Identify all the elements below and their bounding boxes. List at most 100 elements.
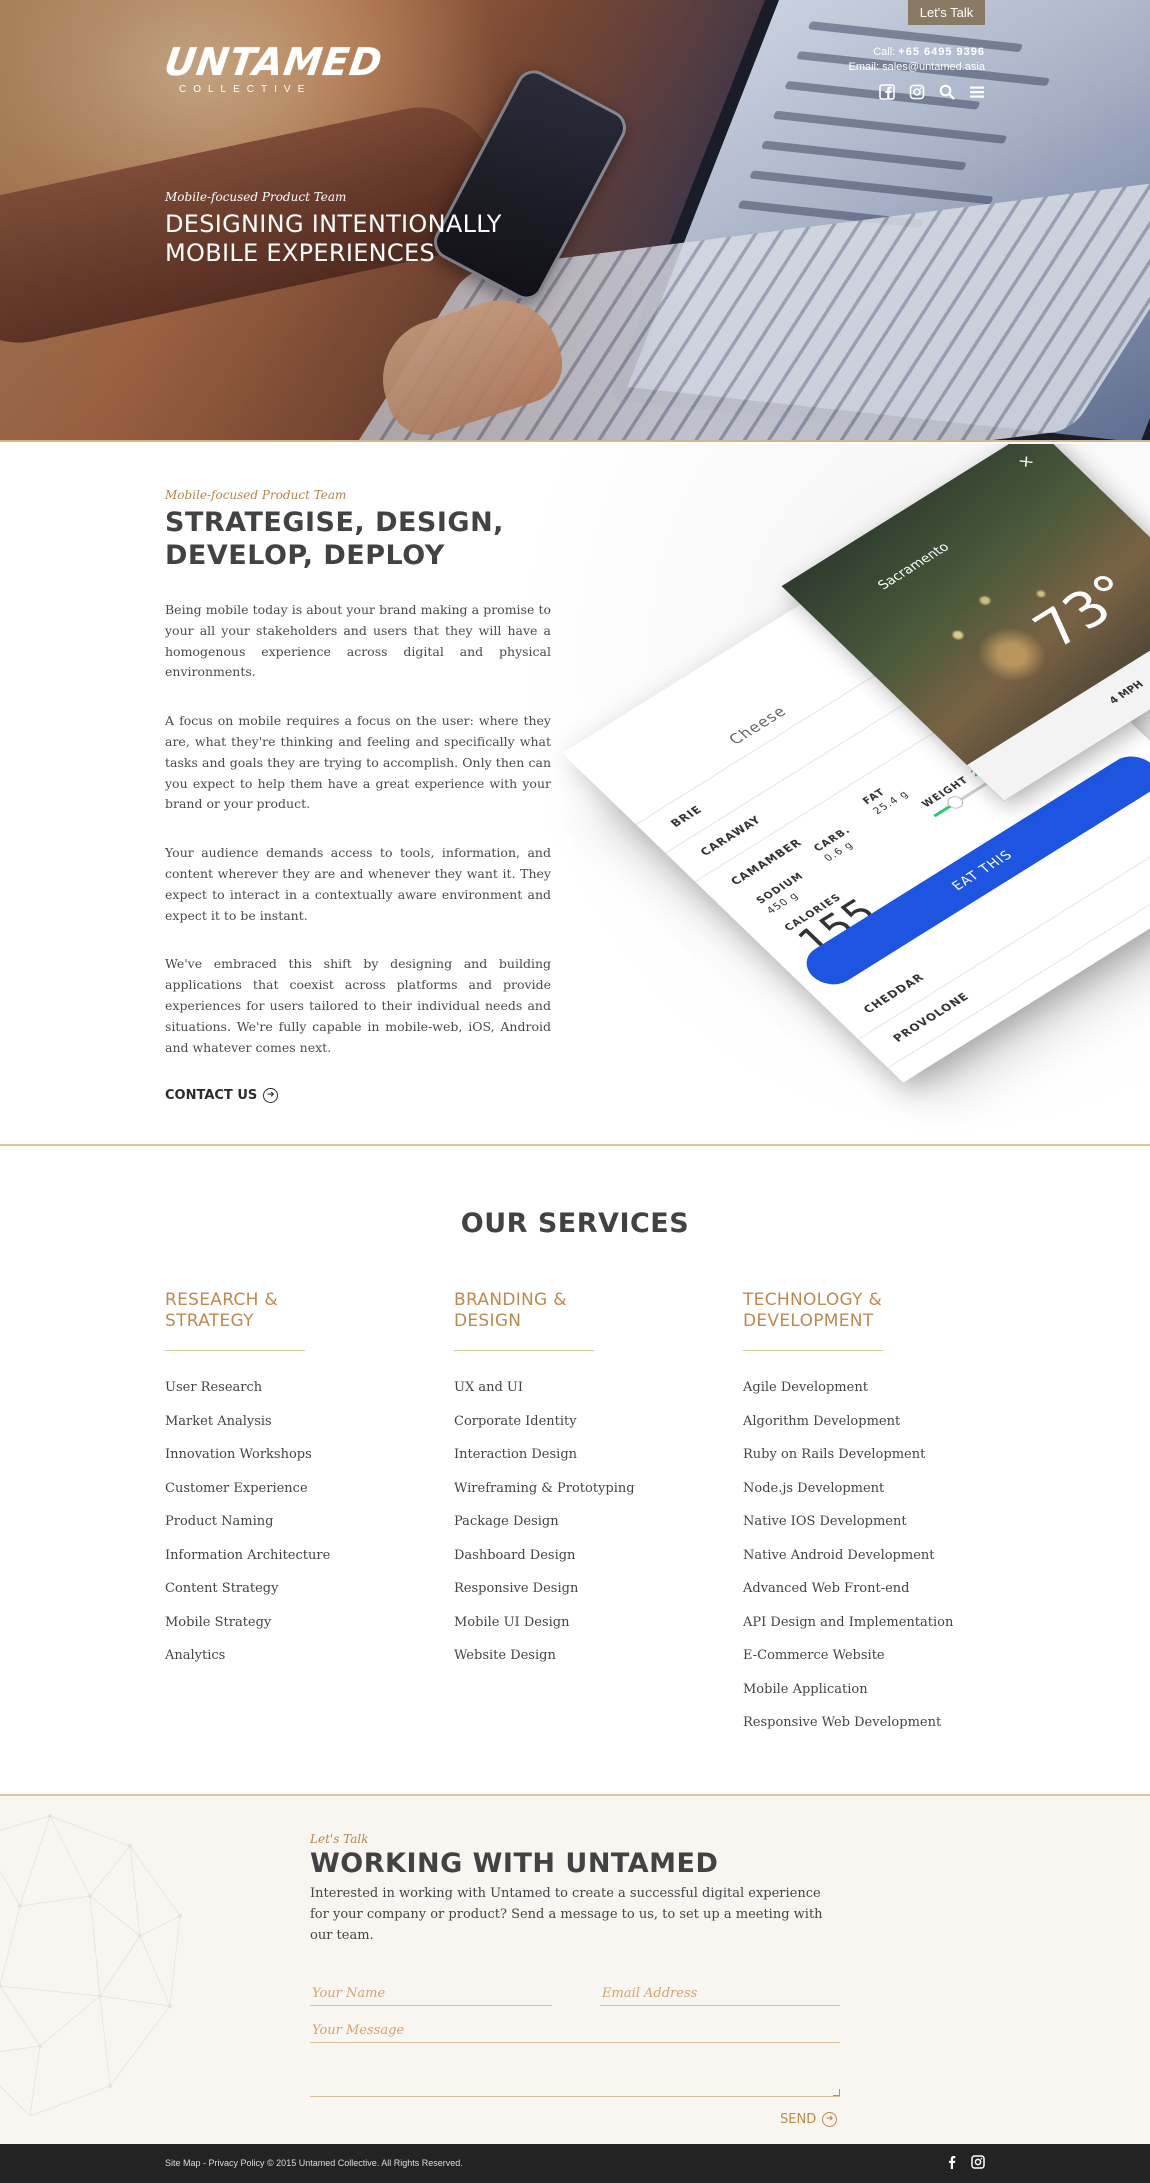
service-item[interactable]: Package Design	[454, 1505, 684, 1539]
column-title-line1: TECHNOLOGY &	[743, 1290, 883, 1310]
column-title-line2: DEVELOPMENT	[743, 1311, 874, 1331]
hero-title-line2: MOBILE EXPERIENCES	[165, 239, 435, 267]
facebook-icon[interactable]	[945, 2155, 959, 2169]
arrow-right-circle-icon: ➜	[822, 2112, 838, 2127]
send-button[interactable]: SEND ➜	[780, 2112, 838, 2127]
arrow-right-circle-icon: ➜	[263, 1088, 279, 1104]
intro-paragraph: A focus on mobile requires a focus on th…	[165, 713, 551, 812]
service-item[interactable]: Product Naming	[165, 1505, 395, 1539]
service-item[interactable]: Information Architecture	[165, 1539, 395, 1573]
service-item[interactable]: Ruby on Rails Development	[743, 1438, 973, 1472]
contact-title: WORKING WITH UNTAMED	[310, 1848, 719, 1879]
services-column-title: RESEARCH & STRATEGY	[165, 1290, 395, 1332]
privacy-policy-link[interactable]: Privacy Policy	[209, 2158, 265, 2168]
service-item[interactable]: Algorithm Development	[743, 1405, 973, 1439]
hero-banner: Let's Talk UNTAMED COLLECTIVE Call: +65 …	[0, 0, 1150, 442]
services-list: Agile Development Algorithm Development Ru…	[743, 1371, 973, 1740]
resize-grip-icon[interactable]	[833, 2089, 840, 2096]
service-item[interactable]: Agile Development	[743, 1371, 973, 1405]
intro-title-line2: DEVELOP, DEPLOY	[165, 540, 445, 571]
services-column-technology: TECHNOLOGY & DEVELOPMENT Agile Developme…	[743, 1290, 973, 1740]
header-icon-bar	[879, 84, 985, 100]
contact-us-label: CONTACT US	[165, 1088, 258, 1104]
email-field[interactable]	[600, 1982, 840, 2006]
service-item[interactable]: Responsive Web Development	[743, 1706, 973, 1740]
column-title-line1: BRANDING &	[454, 1290, 567, 1310]
service-item[interactable]: Content Strategy	[165, 1572, 395, 1606]
intro-paragraph: Being mobile today is about your brand m…	[165, 602, 551, 680]
intro-text-block: Mobile-focused Product Team STRATEGISE, …	[165, 488, 551, 1104]
hero-text: Mobile-focused Product Team DESIGNING IN…	[165, 190, 502, 268]
service-item[interactable]: Analytics	[165, 1639, 395, 1673]
name-field[interactable]	[310, 1982, 552, 2006]
column-title-line2: DESIGN	[454, 1311, 522, 1331]
intro-paragraph: We've embraced this shift by designing a…	[165, 956, 551, 1055]
services-column-title: BRANDING & DESIGN	[454, 1290, 684, 1332]
untamed-logo[interactable]: UNTAMED COLLECTIVE	[161, 40, 386, 112]
facebook-icon[interactable]	[879, 84, 895, 100]
service-item[interactable]: E-Commerce Website	[743, 1639, 973, 1673]
service-item[interactable]: Website Design	[454, 1639, 684, 1673]
service-item[interactable]: Node.js Development	[743, 1472, 973, 1506]
services-section: OUR SERVICES RESEARCH & STRATEGY User Re…	[0, 1144, 1150, 1794]
service-item[interactable]: Wireframing & Prototyping	[454, 1472, 684, 1506]
service-item[interactable]: Interaction Design	[454, 1438, 684, 1472]
lets-talk-tab[interactable]: Let's Talk	[908, 0, 985, 25]
service-item[interactable]: User Research	[165, 1371, 395, 1405]
footer-separator: -	[200, 2158, 209, 2168]
service-item[interactable]: Mobile UI Design	[454, 1606, 684, 1640]
copyright-text: © 2015 Untamed Collective. All Rights Re…	[264, 2158, 463, 2168]
services-list: UX and UI Corporate Identity Interaction D…	[454, 1371, 684, 1673]
message-textarea[interactable]	[310, 2057, 840, 2097]
weight-label: WEIGHT	[919, 775, 972, 810]
footer: Site Map - Privacy Policy © 2015 Untamed…	[0, 2144, 1150, 2183]
service-item[interactable]: Native IOS Development	[743, 1505, 973, 1539]
service-item[interactable]: Corporate Identity	[454, 1405, 684, 1439]
instagram-icon[interactable]	[971, 2155, 985, 2169]
service-item[interactable]: Innovation Workshops	[165, 1438, 395, 1472]
phone-number[interactable]: +65 6495 9396	[898, 46, 985, 58]
service-item[interactable]: Advanced Web Front-end	[743, 1572, 973, 1606]
service-item[interactable]: Customer Experience	[165, 1472, 395, 1506]
intro-title: STRATEGISE, DESIGN, DEVELOP, DEPLOY	[165, 506, 551, 572]
service-item[interactable]: Native Android Development	[743, 1539, 973, 1573]
column-divider	[165, 1350, 305, 1351]
service-item[interactable]: Mobile Strategy	[165, 1606, 395, 1640]
contact-section: Let's Talk WORKING WITH UNTAMED Interest…	[0, 1794, 1150, 2144]
intro-section: Mobile-focused Product Team STRATEGISE, …	[0, 444, 1150, 1144]
intro-paragraph: Your audience demands access to tools, i…	[165, 845, 551, 923]
intro-title-line1: STRATEGISE, DESIGN,	[165, 507, 504, 538]
contact-eyebrow: Let's Talk	[310, 1832, 369, 1846]
message-field[interactable]	[310, 2019, 840, 2043]
service-item[interactable]: UX and UI	[454, 1371, 684, 1405]
contact-us-link[interactable]: CONTACT US ➜	[165, 1088, 279, 1104]
service-item[interactable]: Responsive Design	[454, 1572, 684, 1606]
column-title-line2: STRATEGY	[165, 1311, 254, 1331]
service-item[interactable]: Dashboard Design	[454, 1539, 684, 1573]
menu-icon[interactable]	[969, 84, 985, 100]
footer-social-icons	[945, 2155, 985, 2169]
service-item[interactable]: Mobile Application	[743, 1673, 973, 1707]
app-mockup-illustration: Cheese BRIE 125 CARAWAY 125 CAMAMBER SOD…	[562, 444, 1150, 1106]
services-column-research: RESEARCH & STRATEGY User Research Market …	[165, 1290, 395, 1673]
logo-subtitle: COLLECTIVE	[179, 84, 312, 95]
phone-prefix: Call:	[873, 46, 896, 58]
send-label: SEND	[780, 2112, 817, 2127]
footer-links: Site Map - Privacy Policy © 2015 Untamed…	[165, 2158, 463, 2168]
site-map-link[interactable]: Site Map	[165, 2158, 201, 2168]
email-line[interactable]: Email: sales@untamed.asia	[848, 60, 985, 75]
instagram-icon[interactable]	[909, 84, 925, 100]
header-contact-info: Call: +65 6495 9396 Email: sales@untamed…	[848, 45, 985, 75]
hero-title: DESIGNING INTENTIONALLY MOBILE EXPERIENC…	[165, 210, 502, 268]
search-icon[interactable]	[939, 84, 955, 100]
service-item[interactable]: Market Analysis	[165, 1405, 395, 1439]
logo-wordmark: UNTAMED	[161, 40, 386, 84]
services-column-title: TECHNOLOGY & DEVELOPMENT	[743, 1290, 973, 1332]
services-title: OUR SERVICES	[460, 1208, 690, 1239]
services-column-branding: BRANDING & DESIGN UX and UI Corporate Ide…	[454, 1290, 684, 1673]
hero-title-line1: DESIGNING INTENTIONALLY	[165, 210, 502, 238]
column-divider	[454, 1350, 594, 1351]
contact-description: Interested in working with Untamed to cr…	[310, 1886, 823, 1943]
intro-eyebrow: Mobile-focused Product Team	[165, 488, 347, 502]
service-item[interactable]: API Design and Implementation	[743, 1606, 973, 1640]
